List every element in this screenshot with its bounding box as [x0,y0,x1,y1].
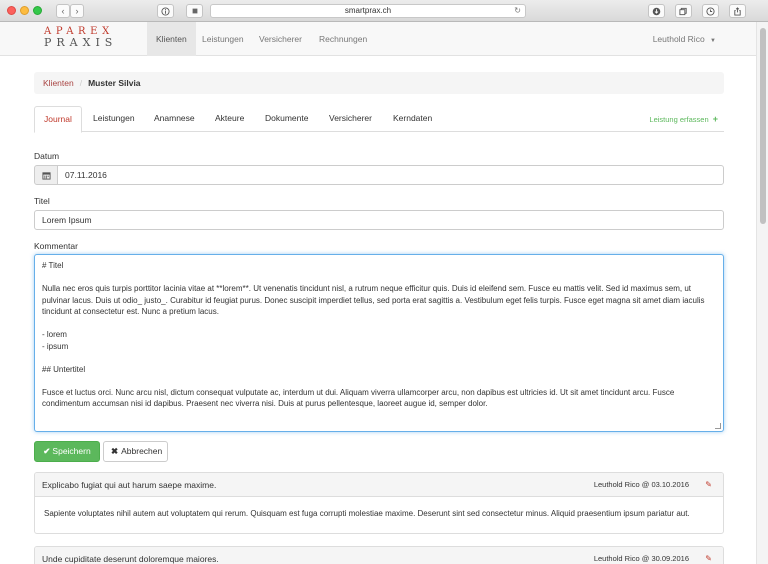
extension-button[interactable] [186,4,203,18]
logo-bottom-text: PRAXIS [44,36,118,49]
pencil-icon[interactable]: ✎ [705,473,712,497]
journal-entry-header: Unde cupiditate deserunt doloremque maio… [35,547,723,564]
tab-journal[interactable]: Journal [34,106,82,133]
tab-dokumente[interactable]: Dokumente [256,106,317,132]
journal-entry-title: Unde cupiditate deserunt doloremque maio… [42,554,219,564]
save-button-label: Speichern [52,446,91,456]
titel-input[interactable]: Lorem Ipsum [34,210,724,230]
check-icon: ✔ [43,446,51,456]
kommentar-line: - ipsum [42,341,69,351]
cancel-button-label: Abbrechen [121,446,163,456]
puzzle-icon [192,8,197,14]
download-icon [652,7,661,15]
journal-entry-meta: Leuthold Rico @ 03.10.2016 [593,480,689,489]
journal-entry: Unde cupiditate deserunt doloremque maio… [34,546,724,564]
user-name: Leuthold Rico [652,34,705,44]
nav-item-leistungen[interactable]: Leistungen [193,22,253,56]
info-icon [161,6,170,16]
close-window-button[interactable] [7,6,16,15]
tab-leistungen[interactable]: Leistungen [84,106,144,132]
breadcrumb-current: Muster Silvia [88,78,141,88]
journal-entry-meta: Leuthold Rico @ 30.09.2016 [593,554,689,563]
back-icon: ‹ [61,6,65,16]
browser-toolbar: ‹ › smartprax.ch ↻ [0,0,768,22]
breadcrumb-klienten[interactable]: Klienten [43,78,74,88]
kommentar-label: Kommentar [34,241,78,251]
downloads-button[interactable] [648,4,665,18]
tab-kerndaten[interactable]: Kerndaten [384,106,441,132]
page-scrollbar[interactable] [756,22,768,564]
app-logo[interactable]: APAREX PRAXIS [44,26,134,50]
tabs-icon [679,7,687,15]
nav-item-rechnungen[interactable]: Rechnungen [310,22,376,56]
save-button[interactable]: ✔ Speichern [34,441,100,462]
share-button[interactable] [729,4,746,18]
history-button[interactable] [702,4,719,18]
caret-down-icon: ▼ [710,38,716,44]
client-tabs: Journal Leistungen Anamnese Akteure Doku… [34,106,724,133]
titel-label: Titel [34,196,50,206]
tabs-button[interactable] [675,4,692,18]
kommentar-line: # Titel [42,261,64,270]
forward-button[interactable]: › [70,4,84,18]
breadcrumb: Klienten / Muster Silvia [34,72,724,94]
zoom-window-button[interactable] [33,6,42,15]
leistung-erfassen-label: Leistung erfassen [649,115,709,124]
scrollbar-thumb[interactable] [760,28,766,224]
tab-versicherer[interactable]: Versicherer [320,106,381,132]
journal-entry-title: Explicabo fugiat qui aut harum saepe max… [42,480,217,490]
calendar-icon [41,171,51,180]
leistung-erfassen-link[interactable]: Leistung erfassen + [649,106,718,132]
datum-label: Datum [34,151,60,161]
share-icon [734,6,741,16]
kommentar-line: ## Untertitel [42,364,86,374]
journal-entry-body: Sapiente voluptates nihil autem aut volu… [44,509,690,518]
breadcrumb-separator: / [79,78,83,88]
address-bar[interactable]: smartprax.ch ↻ [210,4,526,18]
kommentar-line: Fusce et luctus orci. Nunc arcu nisl, di… [42,387,675,409]
reload-icon[interactable]: ↻ [514,5,521,17]
resize-handle[interactable] [715,423,721,429]
forward-icon: › [75,6,79,16]
reader-button[interactable] [157,4,174,18]
minimize-window-button[interactable] [20,6,29,15]
journal-entry: Explicabo fugiat qui aut harum saepe max… [34,472,724,534]
calendar-addon[interactable] [34,165,58,185]
nav-item-versicherer[interactable]: Versicherer [250,22,311,56]
kommentar-line: Nulla nec eros quis turpis porttitor lac… [42,284,705,316]
app-navbar: APAREX PRAXIS Klienten Leistungen Versic… [0,22,756,56]
nav-item-klienten[interactable]: Klienten [147,22,196,56]
tab-anamnese[interactable]: Anamnese [145,106,204,132]
datum-input[interactable]: 07.11.2016 [57,165,724,185]
cancel-button[interactable]: ✖ Abbrechen [103,441,168,462]
back-button[interactable]: ‹ [56,4,70,18]
journal-entry-header: Explicabo fugiat qui aut harum saepe max… [35,473,723,497]
close-icon: ✖ [111,446,119,456]
url-text: smartprax.ch [344,6,392,15]
pencil-icon[interactable]: ✎ [705,547,712,564]
user-menu[interactable]: Leuthold Rico ▼ [653,22,716,56]
kommentar-textarea[interactable]: # Titel Nulla nec eros quis turpis portt… [34,254,724,432]
plus-icon: + [712,114,718,124]
kommentar-line: - lorem [42,330,67,339]
clock-icon [706,6,715,16]
tab-akteure[interactable]: Akteure [206,106,253,132]
